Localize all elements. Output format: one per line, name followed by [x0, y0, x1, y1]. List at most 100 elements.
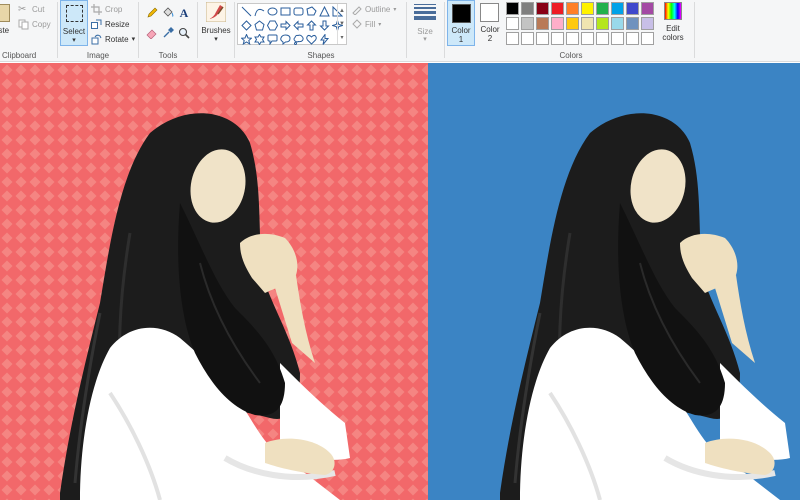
- palette-color-swatch[interactable]: [626, 2, 639, 15]
- palette-color-swatch[interactable]: [596, 17, 609, 30]
- fill-bucket-icon[interactable]: [161, 6, 175, 20]
- diamond-icon[interactable]: [240, 19, 252, 32]
- color-2-label: Color 2: [480, 25, 500, 43]
- brush-icon: [205, 1, 227, 23]
- shapes-grid: [238, 4, 346, 47]
- select-button[interactable]: Select ▾: [60, 0, 88, 46]
- color-2-button[interactable]: Color 2: [476, 0, 504, 46]
- resize-label: Resize: [105, 19, 130, 29]
- select-label: Select: [62, 27, 86, 36]
- palette-color-swatch[interactable]: [551, 2, 564, 15]
- resize-button[interactable]: Resize: [91, 17, 129, 31]
- palette-color-swatch[interactable]: [536, 17, 549, 30]
- right-arrow-icon[interactable]: [279, 19, 291, 32]
- text-tool-icon[interactable]: A: [177, 6, 191, 20]
- rounded-callout-icon[interactable]: [266, 33, 278, 46]
- size-button[interactable]: Size ▾: [408, 0, 442, 46]
- down-arrow-icon[interactable]: [318, 19, 330, 32]
- expand-icon[interactable]: ▾: [340, 34, 343, 41]
- palette-color-swatch[interactable]: [566, 2, 579, 15]
- shapes-group-label: Shapes: [307, 51, 335, 60]
- palette-color-swatch[interactable]: [641, 2, 654, 15]
- separator: [234, 2, 235, 58]
- palette-color-swatch[interactable]: [611, 32, 624, 45]
- up-arrow-icon[interactable]: [305, 19, 317, 32]
- palette-color-swatch[interactable]: [581, 17, 594, 30]
- lightning-icon[interactable]: [318, 33, 330, 46]
- pencil-icon[interactable]: [145, 6, 159, 20]
- palette-color-swatch[interactable]: [641, 32, 654, 45]
- palette-color-swatch[interactable]: [521, 17, 534, 30]
- magnifier-icon[interactable]: [177, 26, 191, 40]
- size-lines-icon: [414, 4, 436, 22]
- palette-color-swatch[interactable]: [596, 32, 609, 45]
- ribbon-toolbar: aste ▾ ✂ Cut Copy Clipboard Select ▾ Cro…: [0, 0, 800, 62]
- chevron-down-icon: ▾: [423, 36, 427, 43]
- polygon-icon[interactable]: [305, 5, 317, 18]
- crop-button[interactable]: Crop: [91, 2, 122, 16]
- palette-color-swatch[interactable]: [626, 32, 639, 45]
- heart-icon[interactable]: [305, 33, 317, 46]
- pentagon-icon[interactable]: [253, 19, 265, 32]
- color-picker-icon[interactable]: [161, 26, 175, 40]
- rounded-rectangle-icon[interactable]: [292, 5, 304, 18]
- palette-color-swatch[interactable]: [611, 17, 624, 30]
- scroll-down-icon[interactable]: ▼: [339, 21, 345, 27]
- rectangle-icon[interactable]: [279, 5, 291, 18]
- left-arrow-icon[interactable]: [292, 19, 304, 32]
- five-point-star-icon[interactable]: [240, 33, 252, 46]
- palette-color-swatch[interactable]: [626, 17, 639, 30]
- palette-color-swatch[interactable]: [536, 32, 549, 45]
- chevron-down-icon: ▾: [378, 21, 382, 28]
- color-1-button[interactable]: Color 1: [447, 0, 475, 46]
- palette-color-swatch[interactable]: [521, 2, 534, 15]
- cut-label: Cut: [32, 4, 45, 14]
- scroll-up-icon[interactable]: ▲: [339, 8, 345, 14]
- palette-color-swatch[interactable]: [611, 2, 624, 15]
- cloud-callout-icon[interactable]: [292, 33, 304, 46]
- curve-icon[interactable]: [253, 5, 265, 18]
- palette-color-swatch[interactable]: [521, 32, 534, 45]
- shapes-scrollbar[interactable]: ▲ ▼ ▾: [337, 4, 346, 44]
- edit-colors-icon: [664, 2, 682, 20]
- palette-color-swatch[interactable]: [506, 32, 519, 45]
- palette-color-swatch[interactable]: [581, 2, 594, 15]
- palette-color-swatch[interactable]: [581, 32, 594, 45]
- palette-color-swatch[interactable]: [536, 2, 549, 15]
- rotate-icon: [91, 34, 102, 45]
- edit-colors-button[interactable]: Edit colors: [658, 0, 688, 46]
- palette-color-swatch[interactable]: [551, 32, 564, 45]
- outline-icon: [351, 4, 362, 16]
- color-palette: [506, 2, 654, 45]
- palette-color-swatch[interactable]: [551, 17, 564, 30]
- clipboard-group-label: Clipboard: [2, 51, 37, 60]
- palette-color-swatch[interactable]: [641, 17, 654, 30]
- oval-callout-icon[interactable]: [279, 33, 291, 46]
- palette-color-swatch[interactable]: [566, 17, 579, 30]
- shapes-gallery[interactable]: ▲ ▼ ▾: [237, 3, 347, 45]
- cut-button[interactable]: ✂ Cut: [18, 2, 44, 16]
- palette-color-swatch[interactable]: [506, 2, 519, 15]
- oval-icon[interactable]: [266, 5, 278, 18]
- drawing-canvas[interactable]: [0, 63, 800, 500]
- triangle-icon[interactable]: [318, 5, 330, 18]
- crop-label: Crop: [105, 4, 123, 14]
- outline-button[interactable]: Outline ▾: [351, 2, 396, 16]
- paste-button[interactable]: aste ▾: [0, 0, 14, 46]
- image-group: Select ▾ Crop Resize Rotate ▾ Image: [58, 0, 138, 62]
- fill-button[interactable]: Fill ▾: [351, 17, 381, 31]
- copy-button[interactable]: Copy: [18, 17, 51, 31]
- eraser-icon[interactable]: [145, 26, 159, 40]
- chevron-down-icon[interactable]: ▾: [61, 36, 87, 44]
- rotate-button[interactable]: Rotate ▾: [91, 32, 135, 46]
- palette-color-swatch[interactable]: [596, 2, 609, 15]
- select-icon: [66, 5, 83, 22]
- palette-color-swatch[interactable]: [506, 17, 519, 30]
- hexagon-icon[interactable]: [266, 19, 278, 32]
- colors-group-label: Colors: [559, 51, 583, 60]
- line-icon[interactable]: [240, 5, 252, 18]
- palette-color-swatch[interactable]: [566, 32, 579, 45]
- six-point-star-icon[interactable]: [253, 33, 265, 46]
- copy-label: Copy: [32, 19, 51, 29]
- brushes-button[interactable]: Brushes ▾: [199, 0, 233, 46]
